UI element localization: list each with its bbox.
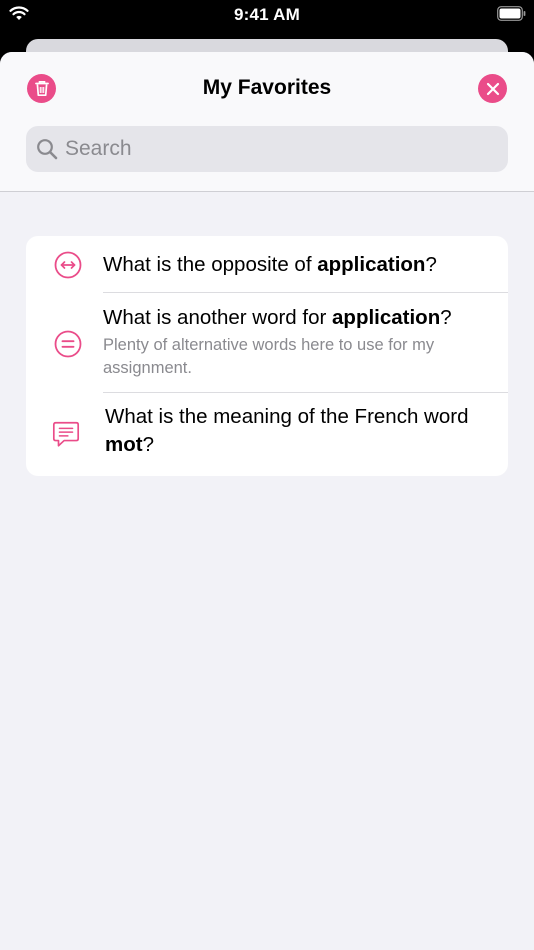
battery-icon xyxy=(497,6,526,21)
status-time: 9:41 AM xyxy=(234,5,300,24)
list-item[interactable]: What is the opposite of application? xyxy=(26,236,508,293)
status-bar: 9:41 AM xyxy=(0,0,534,36)
opposite-arrows-icon xyxy=(54,251,82,279)
list-item-title: What is the meaning of the French word m… xyxy=(105,405,469,456)
chat-bubble-icon xyxy=(52,421,80,447)
search-placeholder: Search xyxy=(65,137,132,160)
close-icon xyxy=(486,82,499,95)
list-item[interactable]: What is the meaning of the French word m… xyxy=(26,393,508,476)
list-item-subtitle: Plenty of alternative words here to use … xyxy=(103,336,435,377)
favorites-sheet: My Favorites Search What is the opposite… xyxy=(0,52,534,950)
equals-icon xyxy=(54,330,82,358)
list-item-title: What is the opposite of application? xyxy=(103,253,437,276)
close-button[interactable] xyxy=(478,74,507,103)
search-input[interactable]: Search xyxy=(26,126,508,172)
favorites-list: What is the opposite of application? Wha… xyxy=(26,236,508,476)
list-item[interactable]: What is another word for application? Pl… xyxy=(26,293,508,393)
page-title: My Favorites xyxy=(202,76,332,99)
list-item-title: What is another word for application? xyxy=(103,306,452,329)
search-icon xyxy=(37,139,58,160)
sheet-header: My Favorites Search xyxy=(0,52,534,192)
